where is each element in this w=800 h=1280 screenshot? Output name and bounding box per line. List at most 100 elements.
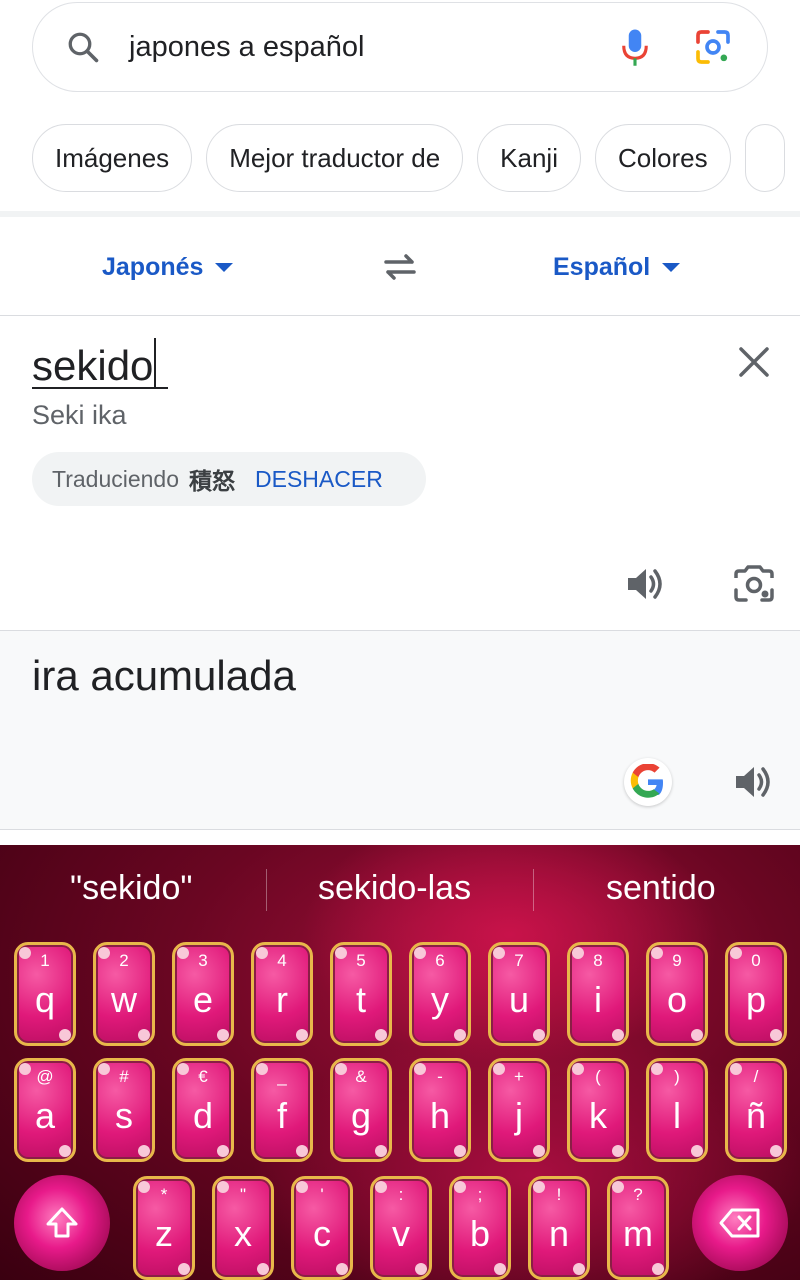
key-hint: & [355, 1067, 367, 1086]
search-query[interactable]: japones a español [129, 31, 615, 64]
key-hint: + [514, 1067, 524, 1086]
key-s[interactable]: # s [93, 1058, 155, 1162]
key-letter: g [350, 1095, 372, 1136]
key-letter: n [548, 1213, 570, 1254]
speaker-icon[interactable] [732, 760, 776, 804]
key-hint: : [398, 1185, 404, 1204]
key-hint: ! [556, 1185, 562, 1204]
key-letter: p [745, 979, 767, 1020]
suggestion-3[interactable]: sentido [606, 869, 716, 908]
key-hint: " [239, 1185, 247, 1204]
rose-ornament [533, 1145, 545, 1157]
key-letter: k [589, 1095, 607, 1136]
text-cursor [154, 338, 157, 388]
key-t[interactable]: 5t [330, 942, 392, 1046]
backspace-key[interactable] [692, 1175, 788, 1271]
key-m[interactable]: ? m [607, 1176, 669, 1280]
target-language-label: Español [553, 253, 651, 281]
key-ñ[interactable]: / ñ [725, 1058, 787, 1162]
key-o[interactable]: 9o [646, 942, 708, 1046]
rose-ornament [770, 1145, 782, 1157]
chip-kanji[interactable]: Kanji [477, 124, 581, 192]
key-letter: m [623, 1213, 653, 1254]
key-n[interactable]: ! n [528, 1176, 590, 1280]
rose-ornament [336, 1263, 348, 1275]
key-z[interactable]: * z [133, 1176, 195, 1280]
key-hint: 7 [514, 951, 524, 970]
key-hint: - [437, 1067, 443, 1086]
translating-kanji: 積怒 [189, 468, 236, 494]
key-k[interactable]: (k [567, 1058, 629, 1162]
suggestion-1[interactable]: "sekido" [70, 869, 192, 908]
source-text-input[interactable]: sekido [32, 338, 157, 390]
key-hint: _ [277, 1067, 287, 1086]
key-letter: o [666, 979, 688, 1020]
key-w[interactable]: 2w [93, 942, 155, 1046]
key-l[interactable]: ) l [646, 1058, 708, 1162]
chip-mejor-traductor[interactable]: Mejor traductor de [206, 124, 464, 192]
chevron-down-icon [215, 263, 234, 272]
key-letter: j [515, 1095, 523, 1136]
key-hint: 0 [751, 951, 761, 970]
suggestion-2[interactable]: sekido-las [318, 869, 471, 908]
chip-more[interactable] [744, 124, 785, 192]
key-hint: € [198, 1067, 208, 1086]
target-language-selector[interactable]: Español [553, 253, 681, 282]
lens-icon[interactable] [691, 25, 735, 69]
divider [0, 315, 800, 316]
rose-ornament [573, 1263, 585, 1275]
key-r[interactable]: 4r [251, 942, 313, 1046]
key-g[interactable]: & g [330, 1058, 392, 1162]
search-icon[interactable] [63, 27, 103, 67]
key-q[interactable]: 1q [14, 942, 76, 1046]
key-letter: w [111, 979, 137, 1020]
swap-languages-icon[interactable] [380, 251, 420, 283]
rose-ornament [770, 1029, 782, 1041]
undo-button[interactable]: DESHACER [255, 466, 383, 493]
search-bar[interactable]: japones a español [32, 2, 768, 92]
google-logo-icon[interactable] [624, 758, 672, 806]
key-hint: 3 [198, 951, 208, 970]
rose-ornament [296, 1029, 308, 1041]
key-hint: 9 [672, 951, 682, 970]
key-hint: ? [633, 1185, 643, 1204]
camera-translate-icon[interactable] [732, 564, 776, 606]
chip-colores[interactable]: Colores [595, 124, 731, 192]
rose-ornament [691, 1145, 703, 1157]
rose-ornament [59, 1145, 71, 1157]
key-i[interactable]: 8i [567, 942, 629, 1046]
rose-ornament [494, 1263, 506, 1275]
speaker-icon[interactable] [624, 562, 668, 606]
key-v[interactable]: :v [370, 1176, 432, 1280]
rose-ornament [454, 1145, 466, 1157]
key-h[interactable]: -h [409, 1058, 471, 1162]
key-d[interactable]: € d [172, 1058, 234, 1162]
key-b[interactable]: ; b [449, 1176, 511, 1280]
key-y[interactable]: 6y [409, 942, 471, 1046]
chevron-down-icon [662, 263, 681, 272]
key-u[interactable]: 7u [488, 942, 550, 1046]
key-j[interactable]: + j [488, 1058, 550, 1162]
key-hint: @ [36, 1067, 54, 1086]
suggestion-separator [266, 869, 267, 911]
key-hint: 8 [593, 951, 603, 970]
chip-imagenes[interactable]: Imágenes [32, 124, 193, 192]
key-letter: b [469, 1213, 491, 1254]
key-a[interactable]: @ a [14, 1058, 76, 1162]
key-letter: ñ [745, 1095, 767, 1136]
search-chips: Imágenes Mejor traductor de Kanji Colore… [32, 124, 785, 194]
key-e[interactable]: 3e [172, 942, 234, 1046]
close-icon[interactable] [736, 344, 772, 380]
key-p[interactable]: 0p [725, 942, 787, 1046]
divider [0, 829, 800, 830]
suggestion-separator [533, 869, 534, 911]
key-c[interactable]: ' c [291, 1176, 353, 1280]
source-language-selector[interactable]: Japonés [102, 253, 234, 282]
key-letter: r [276, 979, 288, 1020]
key-f[interactable]: _ f [251, 1058, 313, 1162]
shift-key[interactable] [14, 1175, 110, 1271]
key-x[interactable]: " x [212, 1176, 274, 1280]
key-letter: x [234, 1213, 252, 1254]
mic-icon[interactable] [615, 27, 655, 67]
rose-ornament [612, 1029, 624, 1041]
